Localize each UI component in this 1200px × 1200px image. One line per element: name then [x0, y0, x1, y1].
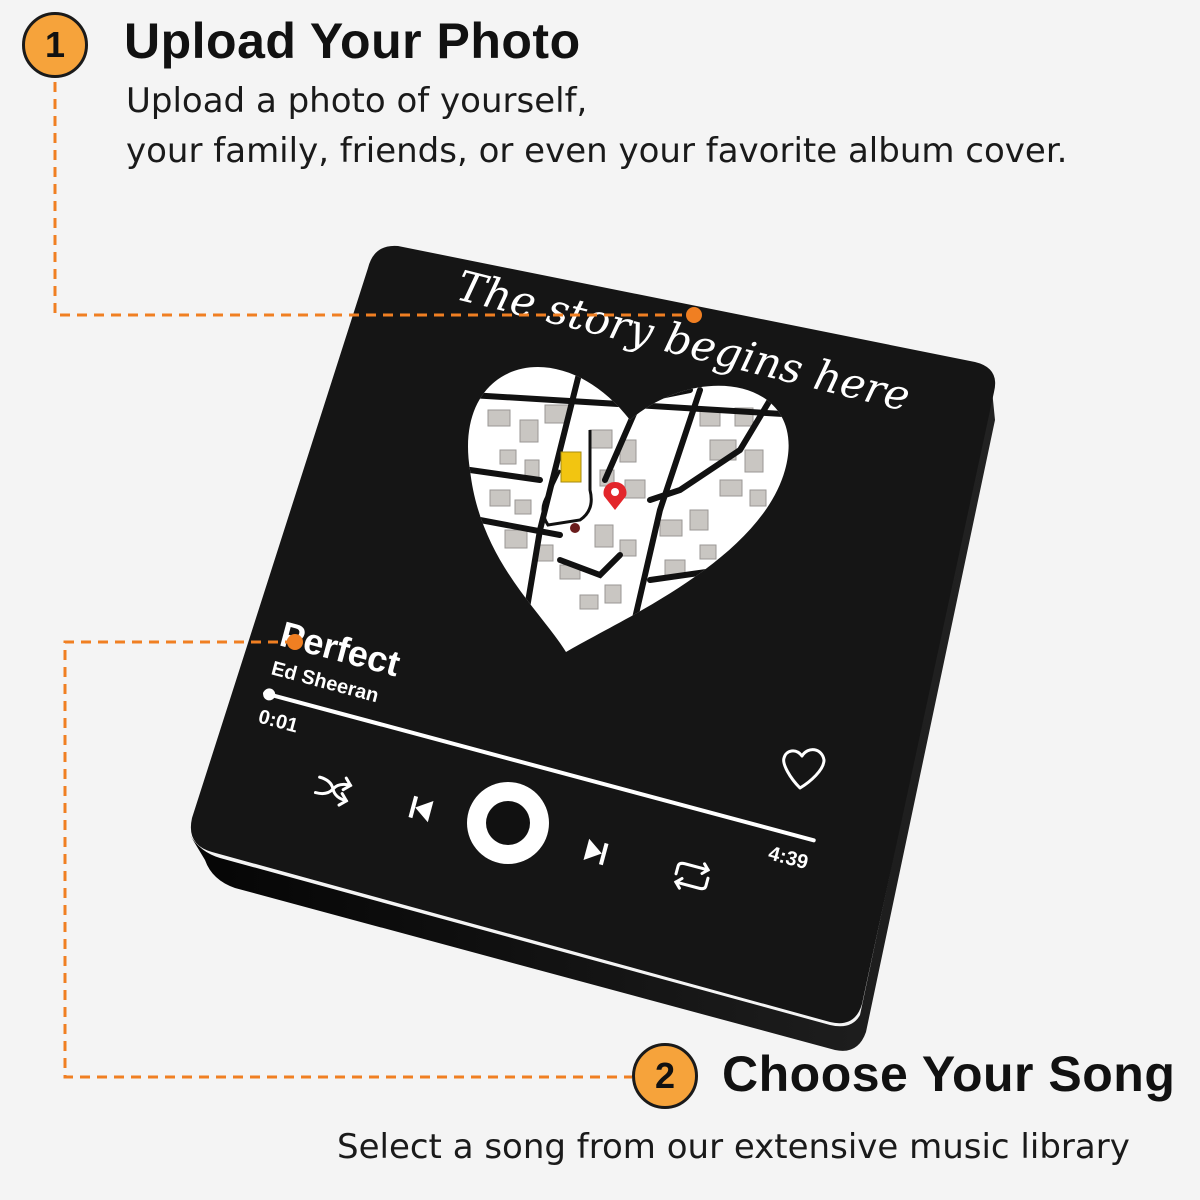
- step-2-title: Choose Your Song: [722, 1046, 1176, 1102]
- map-highlight-building: [560, 451, 582, 483]
- callout-dot-step-1: [686, 307, 702, 323]
- callout-dot-step-2: [287, 634, 303, 650]
- step-2-description: Select a song from our extensive music l…: [337, 1127, 1130, 1167]
- step-2-badge: 2: [632, 1043, 698, 1109]
- step-2-number: 2: [654, 1055, 676, 1096]
- product-illustration: The story begins here Perfect Ed Sheeran…: [53, 82, 996, 1079]
- play-button[interactable]: [467, 782, 549, 864]
